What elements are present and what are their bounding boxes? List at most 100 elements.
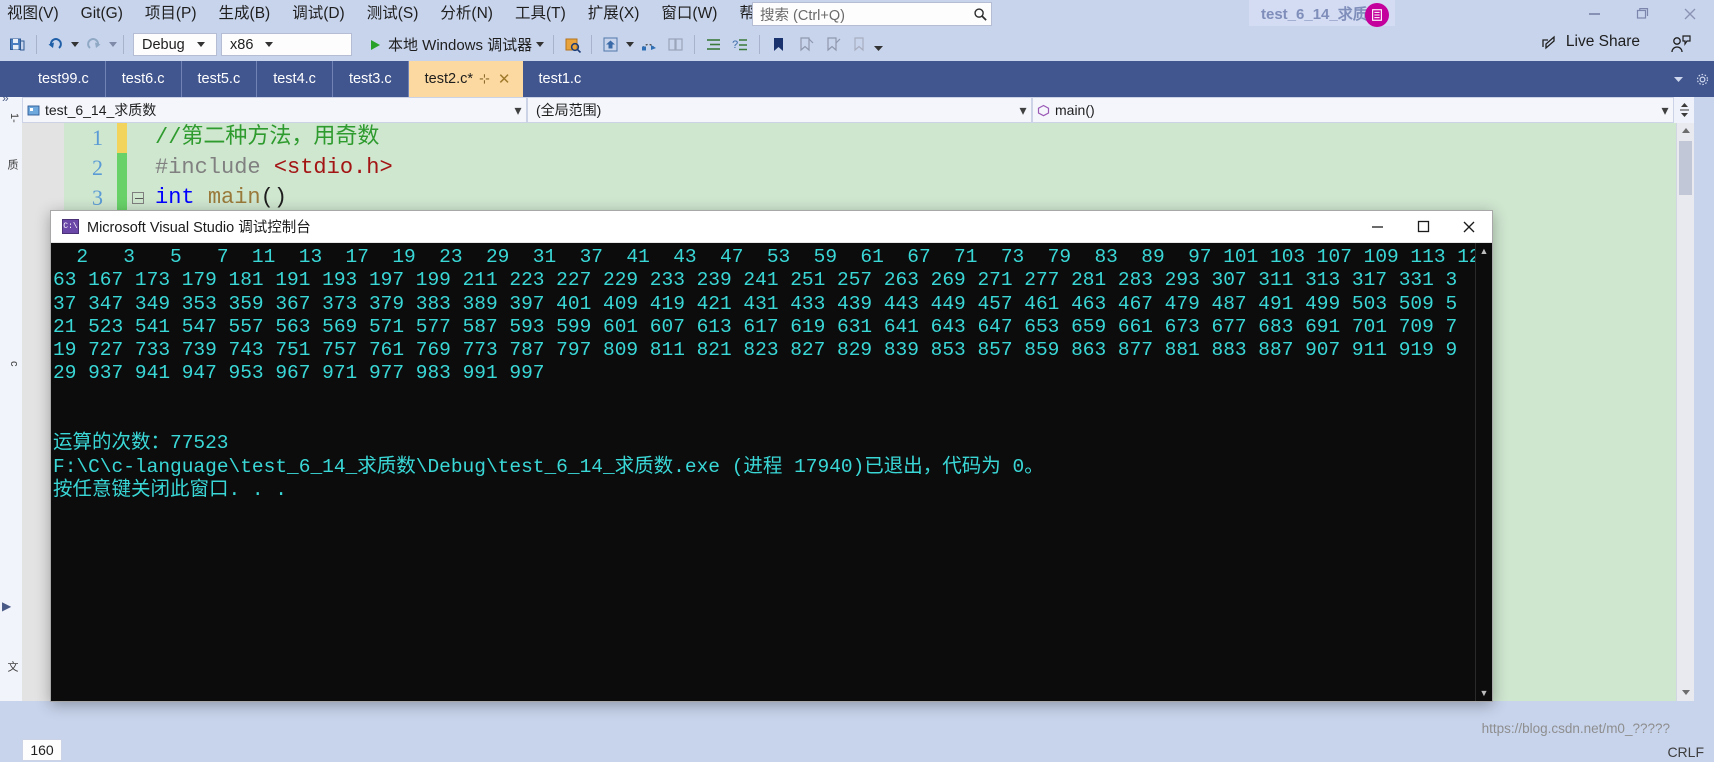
live-share-label: Live Share bbox=[1565, 33, 1640, 50]
menu-view[interactable]: 视图(V) bbox=[0, 2, 70, 27]
line-ending-indicator[interactable]: CRLF bbox=[1667, 744, 1704, 760]
console-minimize-button[interactable] bbox=[1354, 211, 1400, 243]
menu-debug[interactable]: 调试(D) bbox=[281, 2, 356, 27]
menu-project[interactable]: 项目(P) bbox=[134, 2, 208, 27]
tab-label: test5.c bbox=[197, 71, 241, 87]
rail-docked-label-4[interactable]: 文 bbox=[2, 661, 20, 672]
chevron-down-icon bbox=[261, 41, 277, 48]
chevron-down-icon[interactable]: ▾ bbox=[510, 102, 526, 119]
redo-icon[interactable] bbox=[80, 32, 107, 57]
chevron-down-icon[interactable]: ▾ bbox=[1657, 102, 1673, 119]
scroll-down-icon[interactable] bbox=[1677, 685, 1694, 701]
platform-selector[interactable]: x86 bbox=[221, 33, 352, 56]
minimize-button[interactable] bbox=[1570, 0, 1618, 27]
chevron-down-icon[interactable] bbox=[624, 33, 635, 57]
step-into-home-icon[interactable] bbox=[597, 32, 624, 57]
member-scope-selector[interactable]: (全局范围) ▾ bbox=[527, 97, 1032, 123]
project-scope-selector[interactable]: test_6_14_求质数 ▾ bbox=[22, 97, 527, 123]
clear-bookmarks-icon[interactable] bbox=[846, 32, 873, 57]
search-icon bbox=[969, 7, 991, 22]
standard-toolbar: Debug x86 本地 Windows 调试器 ? bbox=[0, 28, 1714, 61]
rail-docked-label-3[interactable]: c bbox=[2, 361, 20, 367]
editor-vertical-scrollbar[interactable] bbox=[1676, 123, 1694, 701]
save-all-icon[interactable] bbox=[4, 32, 31, 57]
bookmark-icon[interactable] bbox=[765, 32, 792, 57]
console-line: 37 347 349 353 359 367 373 379 383 389 3… bbox=[53, 292, 1458, 315]
console-window-controls bbox=[1354, 211, 1492, 243]
play-icon bbox=[364, 38, 382, 52]
add-collaborator-icon[interactable] bbox=[1670, 33, 1692, 54]
restore-button[interactable] bbox=[1618, 0, 1666, 27]
menu-extensions[interactable]: 扩展(X) bbox=[577, 2, 651, 27]
console-maximize-button[interactable] bbox=[1400, 211, 1446, 243]
search-placeholder: 搜索 (Ctrl+Q) bbox=[760, 7, 845, 24]
window-controls bbox=[1570, 0, 1714, 27]
outline-increase-icon[interactable] bbox=[700, 32, 727, 57]
rail-docked-label-2[interactable]: 质 bbox=[2, 159, 20, 170]
code-text: int main() bbox=[149, 183, 287, 213]
tab-test6c[interactable]: test6.c bbox=[105, 61, 182, 97]
console-icon: C:\ bbox=[62, 219, 79, 234]
console-scroll-down-icon[interactable]: ▼ bbox=[1476, 685, 1492, 701]
menu-tools[interactable]: 工具(T) bbox=[504, 2, 577, 27]
console-output-text: 2 3 5 7 11 13 17 19 23 29 31 37 41 43 47… bbox=[51, 243, 1492, 502]
console-line: 2 3 5 7 11 13 17 19 23 29 31 37 41 43 47… bbox=[76, 246, 1492, 268]
visual-studio-window: 视图(V) Git(G) 项目(P) 生成(B) 调试(D) 测试(S) 分析(… bbox=[0, 0, 1714, 762]
console-title-bar[interactable]: C:\ Microsoft Visual Studio 调试控制台 bbox=[51, 211, 1492, 243]
scroll-up-icon[interactable] bbox=[1677, 123, 1694, 139]
undo-dropdown-icon[interactable] bbox=[69, 33, 80, 57]
scroll-thumb[interactable] bbox=[1679, 141, 1692, 195]
menu-build[interactable]: 生成(B) bbox=[208, 2, 282, 27]
menu-window[interactable]: 窗口(W) bbox=[650, 2, 728, 27]
configuration-value: Debug bbox=[142, 36, 185, 53]
account-avatar[interactable] bbox=[1365, 3, 1389, 27]
change-marker-saved bbox=[117, 183, 127, 213]
toolbar-overflow-icon[interactable] bbox=[873, 37, 884, 61]
code-line: 2 #include <stdio.h> bbox=[22, 153, 393, 183]
menu-git[interactable]: Git(G) bbox=[70, 2, 134, 27]
search-input[interactable]: 搜索 (Ctrl+Q) bbox=[752, 2, 992, 26]
tab-test3c[interactable]: test3.c bbox=[332, 61, 409, 97]
navbar-split-control[interactable] bbox=[1674, 97, 1694, 123]
chevron-down-icon[interactable]: ▾ bbox=[1015, 102, 1031, 119]
console-line: 63 167 173 179 181 191 193 197 199 211 2… bbox=[53, 269, 1458, 292]
collapse-region-toggle[interactable] bbox=[127, 183, 149, 213]
tab-settings-icon[interactable] bbox=[1690, 61, 1714, 97]
step-out-icon[interactable] bbox=[662, 32, 689, 57]
close-tab-icon[interactable]: ✕ bbox=[496, 70, 517, 88]
redo-dropdown-icon[interactable] bbox=[107, 33, 118, 57]
tab-label: test2.c* bbox=[424, 71, 474, 87]
console-output-area[interactable]: 2 3 5 7 11 13 17 19 23 29 31 37 41 43 47… bbox=[51, 243, 1492, 701]
next-bookmark-icon[interactable] bbox=[819, 32, 846, 57]
step-over-icon[interactable] bbox=[635, 32, 662, 57]
console-scroll-up-icon[interactable]: ▲ bbox=[1476, 243, 1492, 259]
tab-test1c[interactable]: test1.c bbox=[522, 61, 598, 97]
tab-test2c-active[interactable]: test2.c* ⊹ ✕ bbox=[408, 61, 523, 97]
menu-analyze[interactable]: 分析(N) bbox=[429, 2, 504, 27]
configuration-selector[interactable]: Debug bbox=[133, 33, 217, 56]
function-selector[interactable]: main() ▾ bbox=[1032, 97, 1674, 123]
rail-expand-icon[interactable]: ▶ bbox=[2, 599, 11, 613]
console-scrollbar[interactable]: ▲ ▼ bbox=[1475, 243, 1492, 701]
pin-icon[interactable]: ⊹ bbox=[473, 71, 496, 87]
rail-docked-label-1[interactable]: 1‑ bbox=[2, 113, 20, 123]
prev-bookmark-icon[interactable] bbox=[792, 32, 819, 57]
outline-decrease-icon[interactable]: ? bbox=[727, 32, 754, 57]
tab-test5c[interactable]: test5.c bbox=[181, 61, 258, 97]
close-button[interactable] bbox=[1666, 0, 1714, 27]
console-close-button[interactable] bbox=[1446, 211, 1492, 243]
menu-test[interactable]: 测试(S) bbox=[356, 2, 430, 27]
tab-list-dropdown-icon[interactable] bbox=[1666, 61, 1690, 97]
chevron-down-icon[interactable] bbox=[536, 41, 545, 48]
tab-test99c[interactable]: test99.c bbox=[22, 61, 106, 97]
code-token-function: main bbox=[207, 185, 261, 210]
live-share-button[interactable]: Live Share bbox=[1541, 33, 1640, 51]
function-value: main() bbox=[1055, 102, 1095, 118]
undo-icon[interactable] bbox=[42, 32, 69, 57]
tab-test4c[interactable]: test4.c bbox=[257, 61, 333, 97]
code-token-preprocessor: #include bbox=[155, 155, 274, 180]
attach-to-process-icon[interactable] bbox=[559, 32, 586, 57]
debug-console-window[interactable]: C:\ Microsoft Visual Studio 调试控制台 2 3 5 … bbox=[50, 210, 1493, 702]
start-debugging-button[interactable]: 本地 Windows 调试器 bbox=[360, 32, 548, 57]
